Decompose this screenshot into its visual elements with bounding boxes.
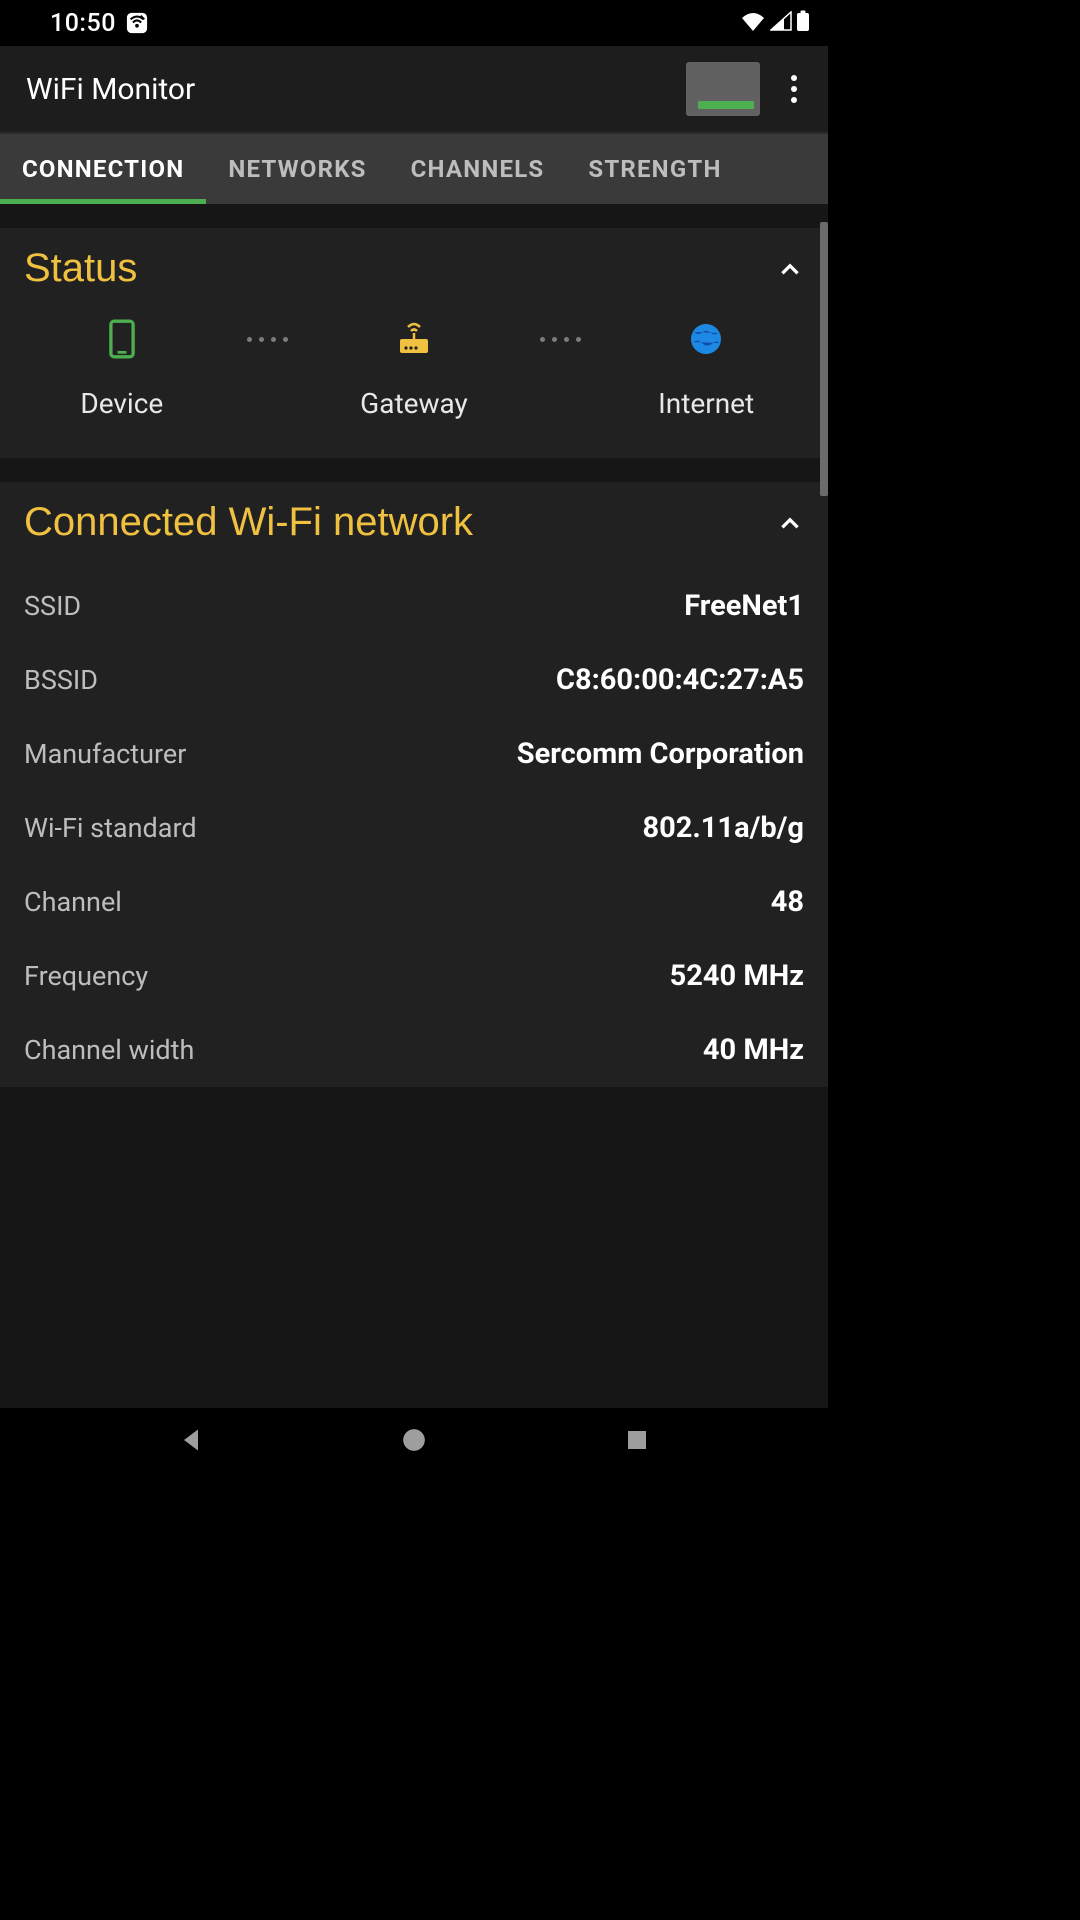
row-frequency: Frequency 5240 MHz	[24, 939, 804, 1013]
wifi-icon	[740, 11, 766, 35]
globe-icon	[689, 319, 723, 359]
android-status-bar: 10:50	[0, 0, 828, 46]
kv-value: FreeNet1	[684, 589, 804, 623]
network-card-header[interactable]: Connected Wi-Fi network	[24, 500, 804, 545]
nav-recent-button[interactable]	[607, 1410, 667, 1470]
tab-connection[interactable]: CONNECTION	[0, 134, 206, 204]
chevron-up-icon	[776, 255, 804, 283]
path-dots	[247, 337, 288, 342]
app-bar: WiFi Monitor	[0, 46, 828, 132]
tab-label: CONNECTION	[22, 155, 184, 183]
page-content[interactable]: Status Device	[0, 204, 828, 1408]
status-time: 10:50	[50, 9, 116, 38]
wifi-monitor-icon	[126, 12, 148, 34]
overflow-menu-button[interactable]	[770, 65, 818, 113]
status-device: Device	[52, 319, 192, 420]
status-node-label: Internet	[658, 387, 754, 420]
tab-channels[interactable]: CHANNELS	[389, 134, 567, 204]
tab-networks[interactable]: NETWORKS	[206, 134, 388, 204]
path-dots	[540, 337, 581, 342]
row-manufacturer: Manufacturer Sercomm Corporation	[24, 717, 804, 791]
kv-value: Sercomm Corporation	[517, 737, 804, 771]
network-card: Connected Wi-Fi network SSID FreeNet1 BS…	[0, 482, 828, 1087]
status-internet: Internet	[636, 319, 776, 420]
status-node-label: Gateway	[360, 387, 468, 420]
nav-home-button[interactable]	[384, 1410, 444, 1470]
status-node-label: Device	[80, 387, 163, 420]
signal-chart-button[interactable]	[686, 62, 760, 116]
tab-label: CHANNELS	[411, 155, 545, 183]
cellular-icon	[770, 11, 792, 35]
kv-key: Frequency	[24, 960, 148, 992]
scrollbar[interactable]	[820, 222, 828, 496]
status-card-title: Status	[24, 246, 137, 291]
kv-key: Manufacturer	[24, 738, 186, 770]
kv-value: 802.11a/b/g	[642, 811, 804, 845]
kv-key: SSID	[24, 590, 81, 622]
kv-key: Channel	[24, 886, 122, 918]
kv-value: 5240 MHz	[670, 959, 804, 993]
status-card: Status Device	[0, 228, 828, 458]
kv-value: 48	[771, 885, 804, 919]
tab-strength[interactable]: STRENGTH	[566, 134, 743, 204]
device-icon	[108, 319, 136, 359]
status-card-header[interactable]: Status	[24, 246, 804, 291]
tab-label: STRENGTH	[588, 155, 721, 183]
network-card-title: Connected Wi-Fi network	[24, 500, 473, 545]
status-gateway: Gateway	[344, 319, 484, 420]
battery-icon	[796, 10, 810, 36]
kv-value: 40 MHz	[703, 1033, 804, 1067]
row-wifi-standard: Wi-Fi standard 802.11a/b/g	[24, 791, 804, 865]
row-bssid: BSSID C8:60:00:4C:27:A5	[24, 643, 804, 717]
kv-key: Channel width	[24, 1034, 194, 1066]
tab-label: NETWORKS	[228, 155, 366, 183]
row-channel: Channel 48	[24, 865, 804, 939]
chevron-up-icon	[776, 509, 804, 537]
tab-bar: CONNECTION NETWORKS CHANNELS STRENGTH	[0, 132, 828, 204]
status-path: Device Gateway	[24, 309, 804, 438]
kv-key: BSSID	[24, 664, 98, 696]
nav-back-button[interactable]	[161, 1410, 221, 1470]
android-navbar	[0, 1408, 828, 1472]
kv-value: C8:60:00:4C:27:A5	[556, 663, 804, 697]
router-icon	[394, 319, 434, 359]
kv-key: Wi-Fi standard	[24, 812, 197, 844]
app-title: WiFi Monitor	[26, 72, 676, 107]
row-channel-width: Channel width 40 MHz	[24, 1013, 804, 1087]
row-ssid: SSID FreeNet1	[24, 569, 804, 643]
